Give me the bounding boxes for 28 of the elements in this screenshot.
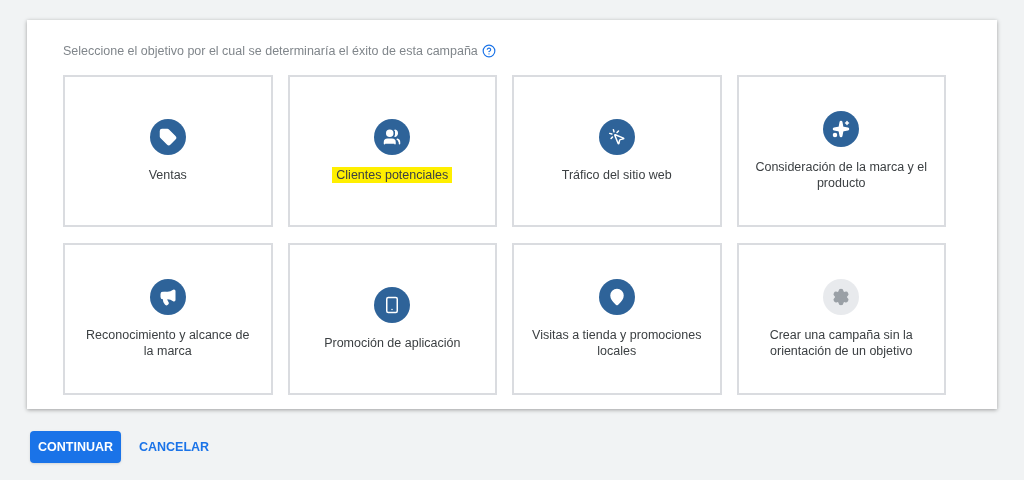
prompt-text: Seleccione el objetivo por el cual se determinaría el éxito de esta campaña: [63, 43, 478, 60]
megaphone-icon: [149, 278, 186, 315]
cursor-click-icon: [598, 118, 635, 155]
sparkles-icon: [823, 110, 860, 147]
help-icon[interactable]: [481, 44, 496, 59]
people-icon: [374, 118, 411, 155]
objective-label: Promoción de aplicación: [323, 334, 462, 351]
objective-label: Ventas: [147, 166, 188, 183]
map-pin-icon: [598, 278, 635, 315]
objective-label: Reconocimiento y alcance de la marca: [85, 326, 251, 359]
tag-icon: [149, 118, 186, 155]
objective-tile[interactable]: Tráfico del sitio web: [512, 74, 722, 227]
objective-label: Clientes potenciales: [332, 166, 453, 183]
objective-label: Consideración de la marca y el producto: [754, 158, 929, 191]
continue-button[interactable]: CONTINUAR: [30, 431, 121, 463]
objective-tile[interactable]: Promoción de aplicación: [287, 242, 497, 395]
objective-label: Visitas a tienda y promociones locales: [531, 326, 703, 359]
objective-tile[interactable]: Clientes potenciales: [287, 74, 497, 227]
gear-icon: [823, 278, 860, 315]
objective-tile[interactable]: Ventas: [63, 74, 273, 227]
phone-icon: [374, 286, 411, 323]
objective-label: Crear una campaña sin la orientación de un objetivo: [768, 326, 914, 359]
objective-tile[interactable]: Visitas a tienda y promociones locales: [512, 242, 722, 395]
cancel-button[interactable]: CANCELAR: [135, 431, 214, 463]
objective-tile[interactable]: Consideración de la marca y el producto: [736, 74, 946, 227]
objective-tile[interactable]: Crear una campaña sin la orientación de un objetivo: [736, 242, 946, 395]
objective-label: Tráfico del sitio web: [560, 166, 673, 183]
objective-tile[interactable]: Reconocimiento y alcance de la marca: [63, 242, 273, 395]
